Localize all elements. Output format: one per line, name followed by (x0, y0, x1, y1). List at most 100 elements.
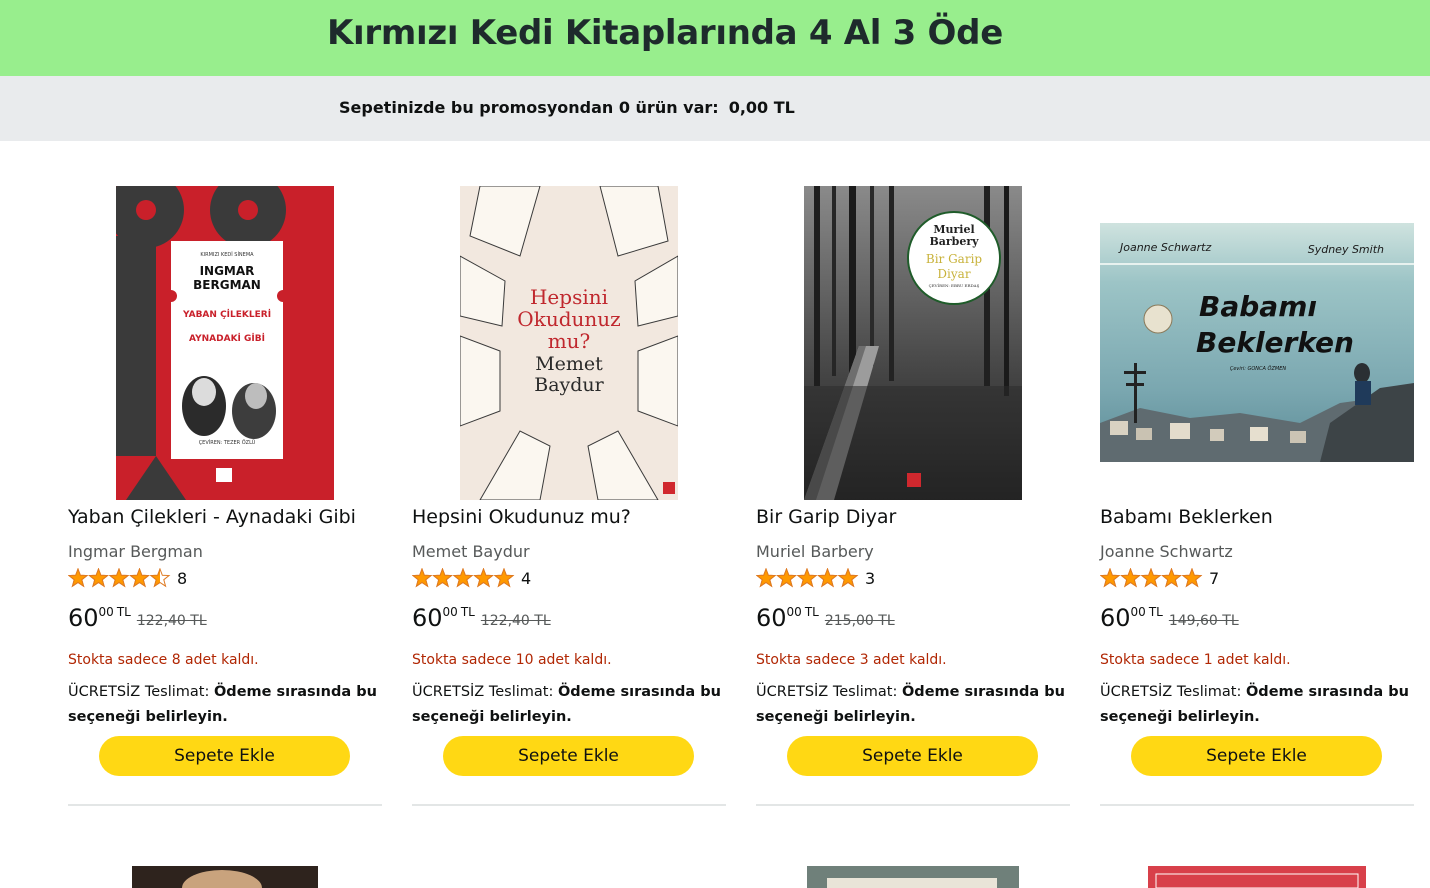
add-to-cart-button[interactable]: Sepete Ekle (1131, 736, 1382, 776)
product-price: 60 00 TL 122,40 TL (412, 604, 551, 632)
price-fraction: 00 (1130, 605, 1146, 619)
product-author[interactable]: Ingmar Bergman (68, 542, 203, 561)
rating-count[interactable]: 8 (177, 569, 187, 588)
card-divider (412, 804, 726, 806)
product-rating[interactable]: 8 (68, 567, 187, 589)
product-price: 60 00 TL 215,00 TL (756, 604, 895, 632)
card-divider (68, 804, 382, 806)
cart-status-text: Sepetinizde bu promosyondan 0 ürün var: 0… (339, 98, 795, 117)
star-icon (756, 568, 777, 588)
star-icon (1120, 568, 1141, 588)
product-title[interactable]: Bir Garip Diyar (756, 506, 896, 528)
old-price: 122,40 TL (480, 613, 551, 629)
cover-thumbnail (132, 866, 318, 888)
delivery-label: ÜCRETSİZ Teslimat: (68, 684, 210, 700)
star-rating-icon (756, 568, 859, 588)
old-price: 122,40 TL (136, 613, 207, 629)
product-cover-link[interactable]: Joanne Schwartz Sydney Smith Babamı Bekl… (1100, 186, 1414, 500)
next-row-book-cover[interactable] (807, 866, 1019, 888)
star-icon (837, 568, 859, 588)
star-rating-icon (412, 568, 515, 588)
delivery-label: ÜCRETSİZ Teslimat: (756, 684, 898, 700)
star-icon (412, 568, 433, 588)
delivery-info: ÜCRETSİZ Teslimat: Ödeme sırasında bu se… (756, 680, 1070, 730)
book-cover-image[interactable]: Joanne Schwartz Sydney Smith Babamı Bekl… (1100, 223, 1414, 462)
product-cover-link[interactable]: Muriel Barbery Bir Garip Diyar ÇEVİREN: … (756, 186, 1070, 500)
promo-banner: Kırmızı Kedi Kitaplarında 4 Al 3 Öde (0, 0, 1430, 76)
star-icon (1181, 568, 1203, 588)
next-row-book-cover[interactable] (1148, 866, 1366, 888)
book-cover-image[interactable]: Hepsini Okudunuz mu? Memet Baydur (460, 186, 678, 500)
book-cover-image[interactable]: KIRMIZI KEDİ SİNEMA INGMAR BERGMAN YABAN… (116, 186, 334, 500)
star-icon (1100, 568, 1121, 588)
stock-warning: Stokta sadece 1 adet kaldı. (1100, 652, 1291, 668)
product-cover-link[interactable]: Hepsini Okudunuz mu? Memet Baydur (412, 186, 726, 500)
product-card: Muriel Barbery Bir Garip Diyar ÇEVİREN: … (756, 186, 1070, 808)
price-currency: TL (804, 605, 819, 619)
cart-status-label: Sepetinizde bu promosyondan 0 ürün var: (339, 98, 719, 117)
product-author[interactable]: Muriel Barbery (756, 542, 874, 561)
star-icon (776, 568, 797, 588)
add-to-cart-button[interactable]: Sepete Ekle (787, 736, 1038, 776)
price-whole: 60 (756, 604, 787, 632)
card-divider (1100, 804, 1414, 806)
stock-warning: Stokta sadece 3 adet kaldı. (756, 652, 947, 668)
price-currency: TL (116, 605, 131, 619)
promo-title: Kırmızı Kedi Kitaplarında 4 Al 3 Öde (327, 13, 1003, 53)
star-icon (68, 568, 89, 588)
rating-count[interactable]: 4 (521, 569, 531, 588)
old-price: 149,60 TL (1168, 613, 1239, 629)
star-icon (88, 568, 109, 588)
star-rating-icon (1100, 568, 1203, 588)
cover-thumbnail (1148, 866, 1366, 888)
product-card: KIRMIZI KEDİ SİNEMA INGMAR BERGMAN YABAN… (68, 186, 382, 808)
book-cover-image[interactable]: Muriel Barbery Bir Garip Diyar ÇEVİREN: … (804, 186, 1022, 500)
product-rating[interactable]: 3 (756, 567, 875, 589)
cart-amount: 0,00 TL (728, 98, 795, 117)
rating-count[interactable]: 3 (865, 569, 875, 588)
rating-count[interactable]: 7 (1209, 569, 1219, 588)
product-author[interactable]: Memet Baydur (412, 542, 530, 561)
next-row-book-cover[interactable] (132, 866, 318, 888)
delivery-info: ÜCRETSİZ Teslimat: Ödeme sırasında bu se… (1100, 680, 1414, 730)
stock-warning: Stokta sadece 10 adet kaldı. (412, 652, 612, 668)
product-price: 60 00 TL 122,40 TL (68, 604, 207, 632)
delivery-info: ÜCRETSİZ Teslimat: Ödeme sırasında bu se… (68, 680, 382, 730)
delivery-info: ÜCRETSİZ Teslimat: Ödeme sırasında bu se… (412, 680, 726, 730)
price-whole: 60 (68, 604, 99, 632)
price-whole: 60 (1100, 604, 1131, 632)
star-icon (1161, 568, 1182, 588)
price-currency: TL (460, 605, 475, 619)
star-icon (1140, 568, 1162, 588)
product-cover-link[interactable]: KIRMIZI KEDİ SİNEMA INGMAR BERGMAN YABAN… (68, 186, 382, 500)
cart-status-bar: Sepetinizde bu promosyondan 0 ürün var: 0… (0, 76, 1430, 141)
cover-illustrator: Sydney Smith (1307, 243, 1384, 256)
cover-author: Joanne Schwartz (1120, 241, 1212, 254)
product-rating[interactable]: 7 (1100, 567, 1219, 589)
star-icon (452, 568, 474, 588)
price-fraction: 00 (98, 605, 114, 619)
card-divider (756, 804, 1070, 806)
star-icon (129, 568, 150, 588)
price-whole: 60 (412, 604, 443, 632)
product-title[interactable]: Yaban Çilekleri - Aynadaki Gibi (68, 506, 356, 528)
product-card: Hepsini Okudunuz mu? Memet Baydur Hepsin… (412, 186, 726, 808)
cover-text: Muriel Barbery Bir Garip Diyar ÇEVİREN: … (925, 223, 983, 289)
product-title[interactable]: Babamı Beklerken (1100, 506, 1273, 528)
old-price: 215,00 TL (824, 613, 895, 629)
product-author[interactable]: Joanne Schwartz (1100, 542, 1233, 561)
star-icon (432, 568, 453, 588)
product-title[interactable]: Hepsini Okudunuz mu? (412, 506, 631, 528)
price-fraction: 00 (786, 605, 802, 619)
add-to-cart-button[interactable]: Sepete Ekle (443, 736, 694, 776)
star-icon (796, 568, 818, 588)
cover-text: Babamı Beklerken Çeviri: GONCA ÖZMEN (1196, 290, 1354, 372)
product-rating[interactable]: 4 (412, 567, 531, 589)
add-to-cart-button[interactable]: Sepete Ekle (99, 736, 350, 776)
star-icon (473, 568, 494, 588)
delivery-label: ÜCRETSİZ Teslimat: (412, 684, 554, 700)
star-icon (817, 568, 838, 588)
product-card: Joanne Schwartz Sydney Smith Babamı Bekl… (1100, 186, 1414, 808)
star-icon (149, 568, 171, 588)
star-rating-icon (68, 568, 171, 588)
